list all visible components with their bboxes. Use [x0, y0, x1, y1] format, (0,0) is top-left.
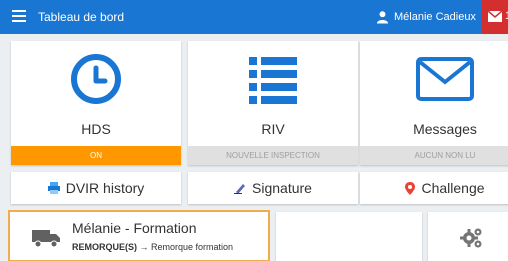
signature-icon	[234, 184, 246, 194]
dvir-history-label: DVIR history	[65, 180, 145, 196]
trailer-value: → Remorque formation	[139, 242, 234, 252]
top-bar: Tableau de bord Mélanie Cadieux 1	[0, 0, 508, 34]
clock-icon	[71, 54, 121, 104]
envelope-icon	[488, 11, 502, 22]
tile-messages-status: AUCUN NON LU	[360, 146, 508, 165]
tile-riv-status: NOUVELLE INSPECTION	[188, 146, 358, 165]
list-icon	[249, 57, 297, 104]
user-name[interactable]: Mélanie Cadieux	[394, 11, 476, 23]
tile-riv-label: RIV	[261, 121, 285, 137]
signature-button[interactable]: Signature	[188, 172, 358, 204]
tile-riv[interactable]: RIV NOUVELLE INSPECTION	[188, 41, 358, 165]
dvir-history-button[interactable]: DVIR history	[11, 172, 181, 204]
signature-label: Signature	[252, 180, 312, 196]
challenge-button[interactable]: Challenge	[360, 172, 508, 204]
settings-button[interactable]	[428, 212, 508, 261]
truck-icon	[32, 230, 60, 248]
driver-name: Mélanie - Formation	[72, 220, 197, 236]
map-pin-icon	[405, 181, 416, 195]
tile-hds-label: HDS	[81, 121, 111, 137]
trailer-label: REMORQUE(S)	[72, 242, 137, 252]
hamburger-menu-icon[interactable]	[12, 10, 26, 22]
envelope-icon	[416, 57, 474, 101]
page-title: Tableau de bord	[38, 10, 125, 24]
tile-messages[interactable]: Messages AUCUN NON LU	[360, 41, 508, 165]
challenge-label: Challenge	[421, 180, 485, 196]
vehicle-card[interactable]: Mélanie - Formation REMORQUE(S) → Remorq…	[8, 210, 270, 261]
tile-messages-label: Messages	[413, 121, 477, 137]
user-icon	[376, 11, 389, 24]
notification-button[interactable]: 1	[482, 0, 508, 34]
tile-hds[interactable]: HDS ON	[11, 41, 181, 165]
tile-hds-status: ON	[11, 146, 181, 165]
print-icon	[47, 182, 60, 194]
gears-icon	[460, 228, 482, 248]
blank-card	[276, 212, 422, 261]
trailer-info: REMORQUE(S) → Remorque formation	[72, 242, 233, 252]
